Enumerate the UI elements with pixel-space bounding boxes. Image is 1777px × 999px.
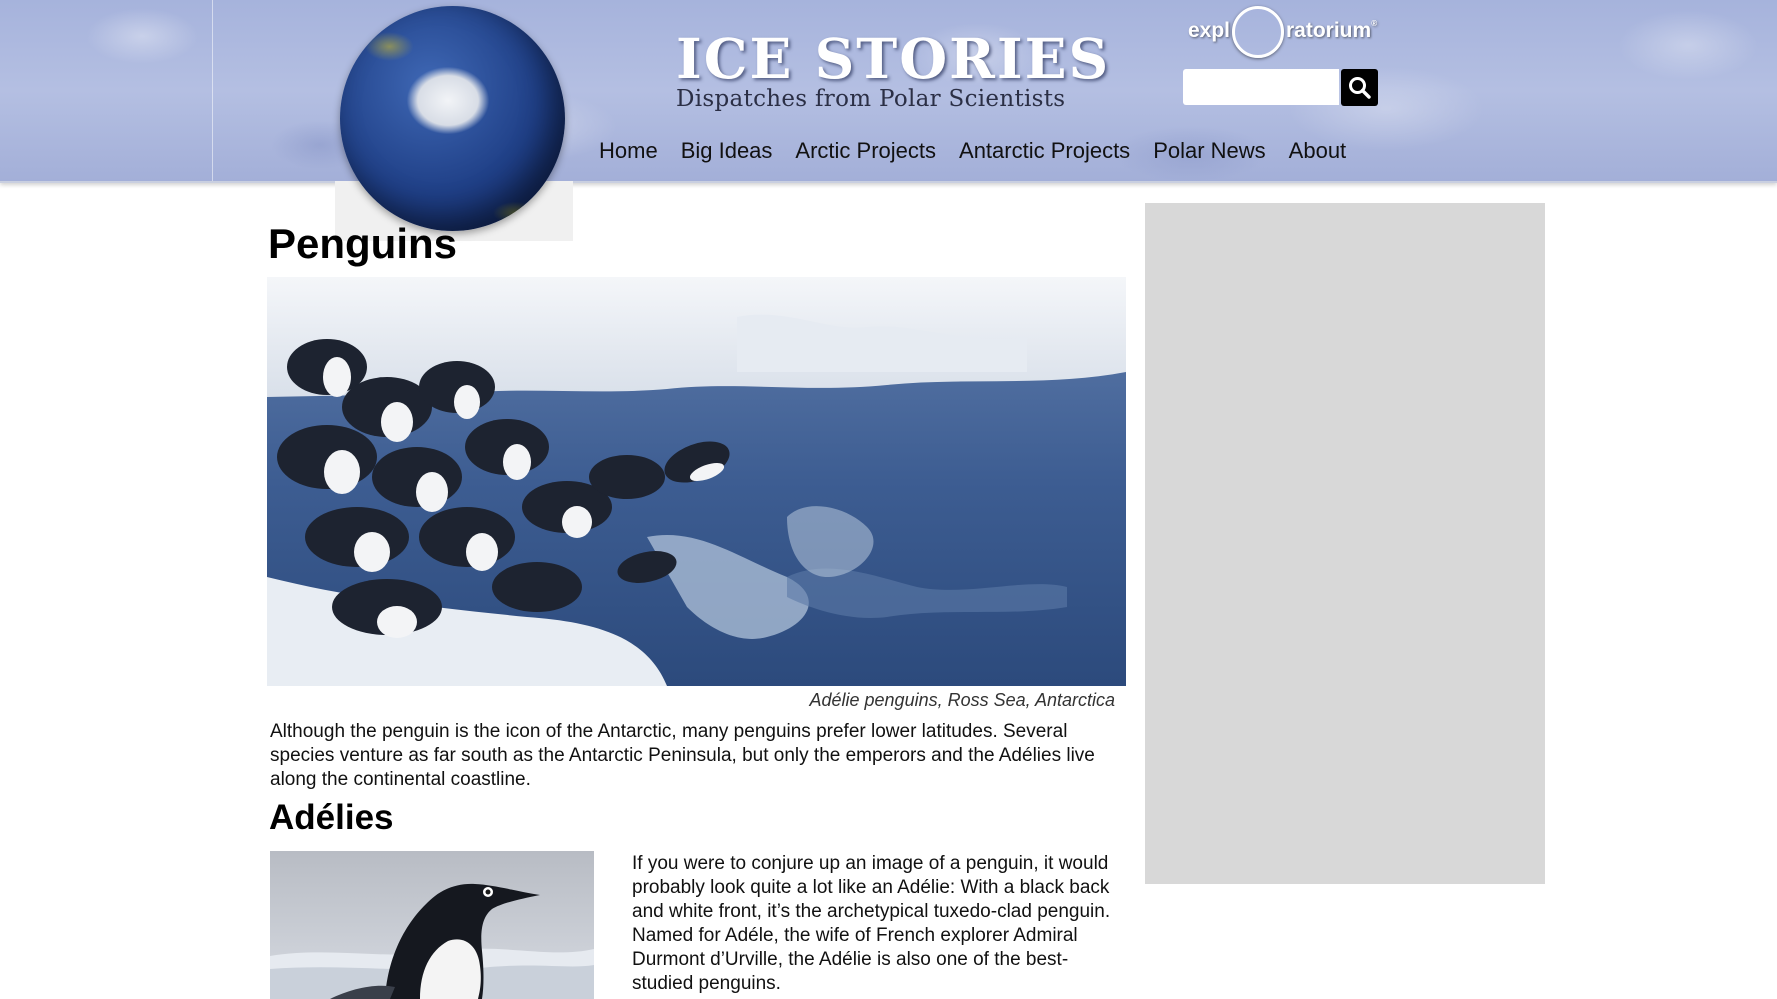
antarctica-globe-icon[interactable] <box>340 6 565 231</box>
section-heading-adelies: Adélies <box>269 798 394 837</box>
main-nav: Home Big Ideas Arctic Projects Antarctic… <box>599 133 1346 169</box>
site-title[interactable]: ICE STORIES <box>676 28 1108 90</box>
nav-big-ideas[interactable]: Big Ideas <box>681 133 773 169</box>
exploratorium-logo[interactable]: expl ratorium® <box>1188 6 1378 58</box>
sidebar-placeholder <box>1145 203 1545 884</box>
logo-text-right-word: ratorium <box>1286 19 1372 42</box>
logo-registered-mark: ® <box>1371 19 1378 28</box>
hero-caption: Adélie penguins, Ross Sea, Antarctica <box>809 690 1115 710</box>
nav-arctic-projects[interactable]: Arctic Projects <box>795 133 936 169</box>
hero-penguins-image <box>267 277 1126 686</box>
nav-antarctic-projects[interactable]: Antarctic Projects <box>959 133 1130 169</box>
logo-text-right: ratorium® <box>1286 19 1377 43</box>
adelie-photo <box>270 851 594 999</box>
penguins-photo <box>267 277 1126 686</box>
site-header: ICE STORIES Dispatches from Polar Scient… <box>0 0 1777 183</box>
header-divider <box>212 0 213 181</box>
search-button[interactable] <box>1341 69 1378 106</box>
site-subtitle: Dispatches from Polar Scientists <box>676 86 1066 112</box>
adelie-penguin-image <box>270 851 594 999</box>
logo-ring-icon <box>1232 6 1284 58</box>
nav-home[interactable]: Home <box>599 133 658 169</box>
search-icon <box>1349 77 1371 99</box>
nav-about[interactable]: About <box>1289 133 1347 169</box>
adelie-paragraph: If you were to conjure up an image of a … <box>632 853 1111 994</box>
intro-paragraph: Although the penguin is the icon of the … <box>270 721 1095 790</box>
search-input[interactable] <box>1183 69 1339 105</box>
nav-polar-news[interactable]: Polar News <box>1153 133 1265 169</box>
logo-text-left: expl <box>1188 19 1231 42</box>
